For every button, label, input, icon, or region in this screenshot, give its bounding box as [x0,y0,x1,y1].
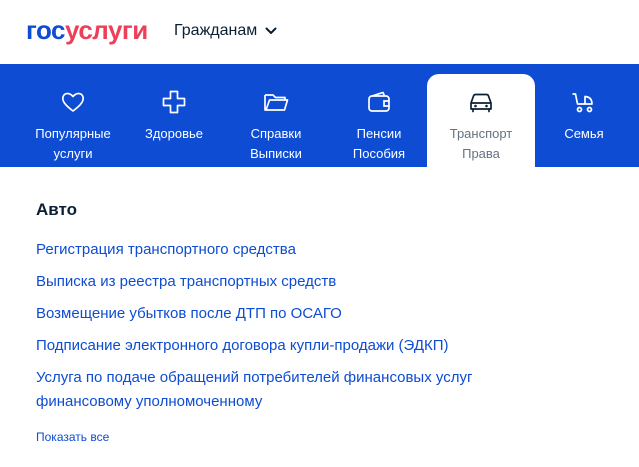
category-transport[interactable]: Транспорт Права [427,74,535,167]
logo-part-uslugi: услуги [65,15,148,45]
show-all-link[interactable]: Показать все [36,428,626,446]
gosuslugi-logo[interactable]: госуслуги [26,14,148,46]
audience-label: Гражданам [174,22,258,39]
chevron-down-icon [265,27,277,34]
section-title: Авто [36,200,77,219]
wallet-icon [368,91,390,112]
service-link[interactable]: Регистрация транспортного средства [36,238,626,262]
heart-icon [61,92,85,112]
category-family[interactable]: Семья [530,74,638,167]
category-health[interactable]: Здоровье [120,74,228,167]
service-links-list: Регистрация транспортного средства Выпис… [36,238,626,414]
category-label: Пенсии Пособия [352,126,406,161]
service-link[interactable]: Услуга по подаче обращений потребителей … [36,366,556,414]
logo-part-gos: гос [26,15,66,45]
health-cross-icon [162,90,186,114]
audience-selector[interactable]: Гражданам [174,20,277,42]
service-link-text: Возмещение убытков после ДТП по ОСАГО [36,305,342,322]
category-bar: Популярные услуги Здоровье Справки Выпис… [0,64,639,167]
category-label: Семья [564,126,604,141]
folder-icon [264,94,289,111]
category-label: Популярные услуги [35,126,111,161]
service-link[interactable]: Возмещение убытков после ДТП по ОСАГО [36,302,626,326]
category-label: Транспорт Права [449,126,513,161]
service-link-text: Подписание электронного договора купли-п… [36,337,449,354]
category-popular[interactable]: Популярные услуги [19,74,127,167]
site-header: госуслуги Гражданам [0,0,639,64]
category-certificates[interactable]: Справки Выписки [222,74,330,167]
service-link[interactable]: Выписка из реестра транспортных средств [36,270,626,294]
service-link-text: Выписка из реестра транспортных средств [36,273,337,290]
category-content: Авто Регистрация транспортного средства … [36,198,626,446]
service-link-text: Услуга по подаче обращений потребителей … [36,369,473,410]
service-link[interactable]: Подписание электронного договора купли-п… [36,334,626,358]
category-label: Справки Выписки [250,126,302,161]
stroller-icon [572,93,593,113]
service-link-text: Регистрация транспортного средства [36,241,296,258]
category-label: Здоровье [144,126,204,141]
car-icon [470,93,492,113]
category-pensions[interactable]: Пенсии Пособия [325,74,433,167]
